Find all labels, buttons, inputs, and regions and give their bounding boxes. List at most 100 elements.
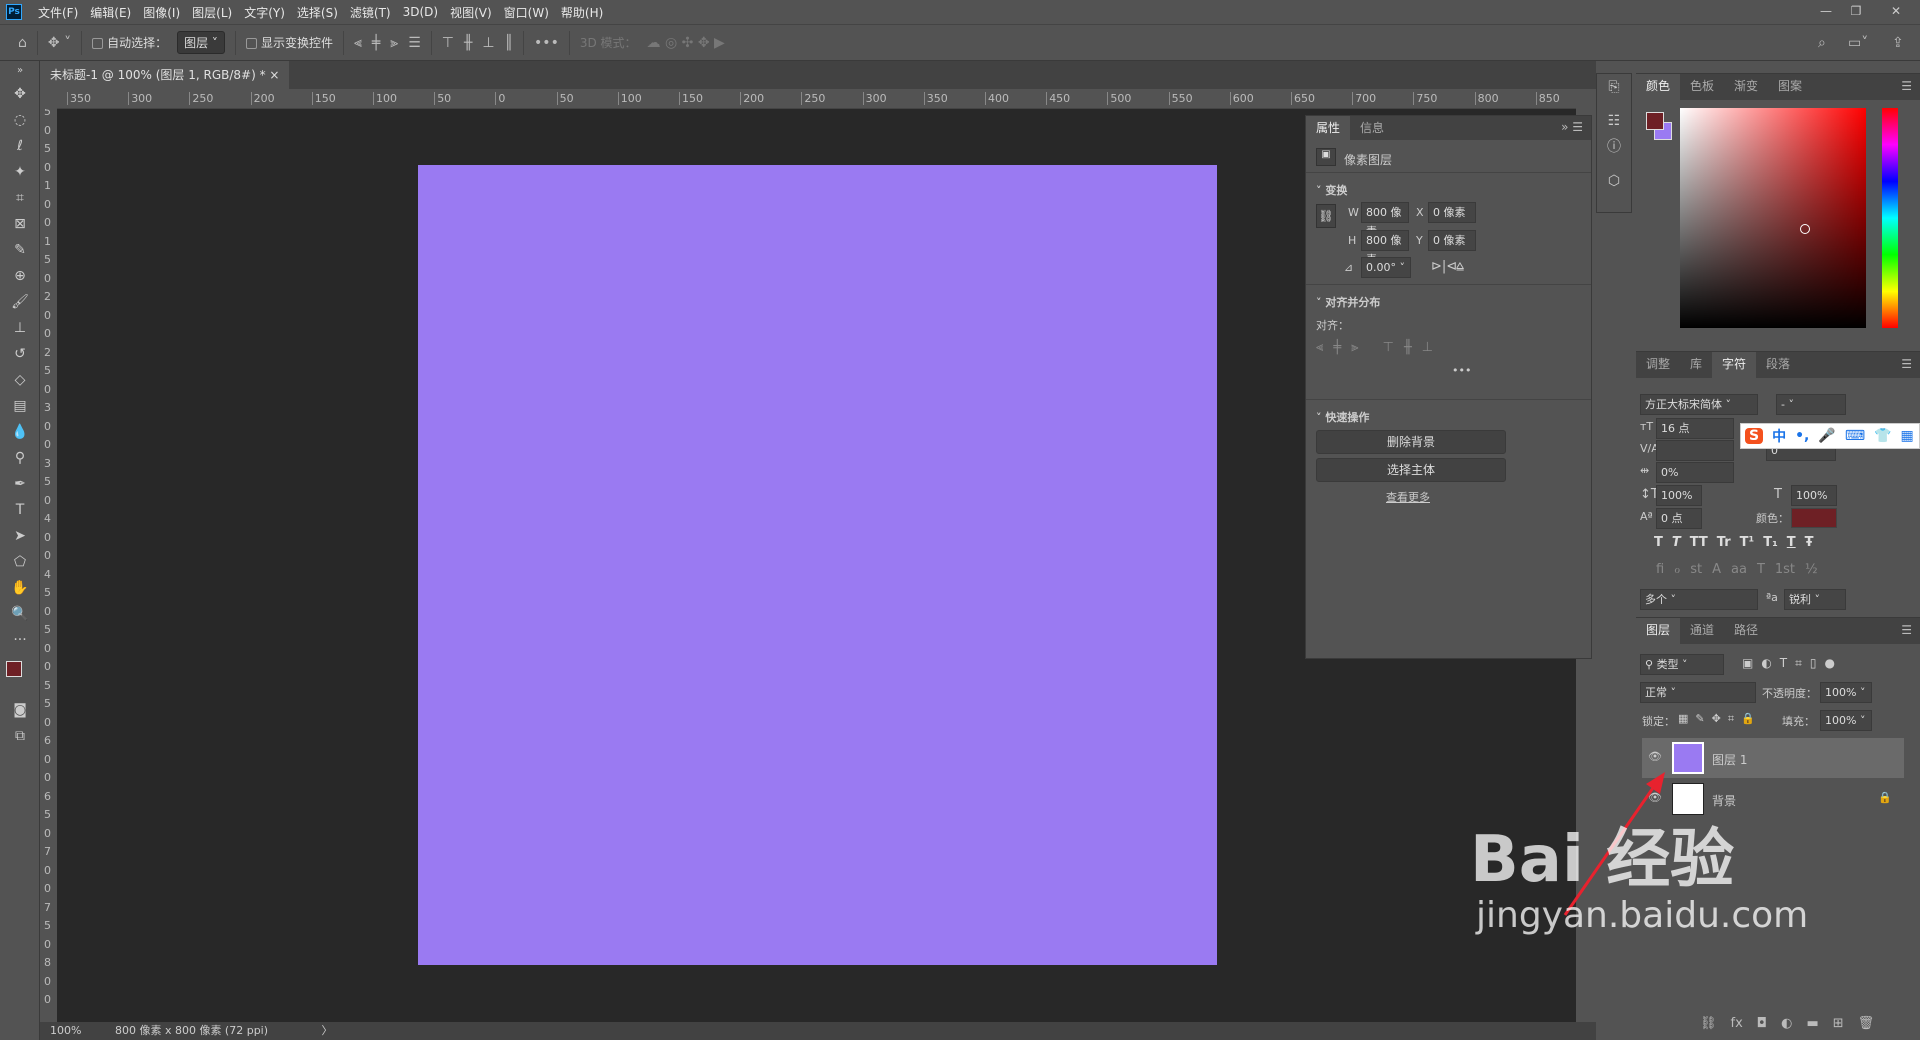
flip-horizontal-icon[interactable]: ⊳|⊲ [1431,259,1457,274]
lasso-tool[interactable]: ℓ [0,133,40,159]
move-tool[interactable]: ✥ [0,81,40,107]
link-icon[interactable]: ⛓ [1316,204,1336,228]
opentype-buttons[interactable]: ﬁ ℴ st Aaa T 1st ½ [1656,562,1818,577]
adjustments-icon[interactable]: ☷ [1597,108,1631,134]
healing-tool[interactable]: ⊕ [0,263,40,289]
tab-character[interactable]: 字符 [1712,352,1757,378]
ime-punctuation-toggle[interactable]: •, [1795,428,1809,444]
type-tool[interactable]: T [0,497,40,523]
auto-select-checkbox[interactable]: 自动选择： [92,34,167,51]
tab-layers[interactable]: 图层 [1636,618,1681,644]
move-tool-icon[interactable]: ✥ ˅ [48,35,71,51]
menu-view[interactable]: 视图(V) [444,4,498,21]
close-window-button[interactable]: ✕ [1878,0,1914,24]
menu-help[interactable]: 帮助(H) [555,4,609,21]
layer-filter-icons[interactable]: ▣◐T⌗▯● [1742,656,1843,671]
menu-file[interactable]: 文件(F) [32,4,84,21]
font-size-field[interactable]: 16 点 [1656,418,1734,439]
align-hcenter-icon[interactable]: ╪ [372,35,380,51]
quick-mask-icon[interactable]: ◙ [0,697,40,723]
toolbox-icon[interactable]: ▦ [1900,428,1913,444]
layer-row-layer-1[interactable]: 👁 图层 1 [1642,738,1904,778]
search-icon[interactable]: ⌕ [1818,35,1826,51]
sogou-logo[interactable]: S [1745,428,1764,444]
path-select-tool[interactable]: ➤ [0,523,40,549]
menu-select[interactable]: 选择(S) [291,4,344,21]
menu-window[interactable]: 窗口(W) [498,4,555,21]
anti-alias-dropdown[interactable]: 锐利 ˅ [1784,589,1846,610]
tsume-field[interactable]: 0% [1656,462,1734,483]
shape-tool[interactable]: ⬠ [0,549,40,575]
superscript-button[interactable]: T¹ [1740,535,1755,550]
crop-tool[interactable]: ⌗ [0,185,40,211]
magic-wand-tool[interactable]: ✦ [0,159,40,185]
height-field[interactable]: 800 像素 [1361,230,1409,266]
tab-info[interactable]: 信息 [1350,116,1394,140]
history-brush-tool[interactable]: ↺ [0,341,40,367]
see-more-link[interactable]: 查看更多 [1386,489,1430,505]
swash-button[interactable]: A [1712,562,1721,577]
3d-orbit-icon[interactable]: ☁ ◎ ✣ ✥ ▶ [647,35,725,51]
menu-edit[interactable]: 编辑(E) [84,4,137,21]
dodge-tool[interactable]: ⚲ [0,445,40,471]
home-icon[interactable]: ⌂ [18,35,27,51]
tab-swatches[interactable]: 色板 [1680,74,1724,100]
link-layers-icon[interactable]: ⛓ [1700,1016,1717,1031]
gradient-tool[interactable]: ▤ [0,393,40,419]
skin-icon[interactable]: 👕 [1874,428,1891,444]
adjustment-layer-icon[interactable]: ◐ [1781,1016,1792,1031]
align-more-button[interactable]: ••• [1452,364,1471,377]
align-right-icon[interactable]: ⫸ [390,35,398,51]
ime-toolbar[interactable]: S 中 •, 🎤 ⌨ 👕 ▦ [1740,423,1920,449]
distribute-v-icon[interactable]: ║ [505,35,513,51]
foreground-color-swatch[interactable] [6,661,22,677]
transform-section-header[interactable]: ˅ 变换 [1316,182,1347,198]
fx-icon[interactable]: fx [1731,1016,1743,1031]
width-field[interactable]: 800 像素 [1361,202,1409,238]
angle-field[interactable]: 0.00° ˅ [1361,257,1411,278]
color-field[interactable] [1680,108,1866,328]
fill-field[interactable]: 100% ˅ [1820,710,1872,731]
type-style-buttons[interactable]: T T TT Tr T¹ T₁ T Ŧ [1654,535,1814,550]
visibility-eye-icon[interactable]: 👁 [1648,750,1662,763]
tab-gradients[interactable]: 渐变 [1724,74,1768,100]
vertical-scale-field[interactable]: 100% [1656,485,1702,506]
hand-tool[interactable]: ✋ [0,575,40,601]
blur-tool[interactable]: 💧 [0,419,40,445]
stamp-tool[interactable]: ⊥ [0,315,40,341]
color-swatches[interactable] [0,653,39,697]
info-icon[interactable]: ⓘ [1597,134,1631,160]
zoom-tool[interactable]: 🔍 [0,601,40,627]
align-buttons[interactable]: ⫷╪⫸ ⊤╫⊥ [1316,340,1443,355]
eraser-tool[interactable]: ◇ [0,367,40,393]
history-icon[interactable]: ⎘ [1597,74,1631,100]
foreground-color-chip[interactable] [1646,112,1664,130]
kerning-field[interactable] [1656,440,1734,461]
menu-type[interactable]: 文字(Y) [238,4,291,21]
3d-cube-icon[interactable]: ⬡ [1597,168,1631,194]
tab-libraries[interactable]: 库 [1680,352,1712,378]
screen-mode-icon[interactable]: ⧉ [0,723,40,749]
collapse-icon[interactable]: » [0,61,40,81]
eyedropper-tool[interactable]: ✎ [0,237,40,263]
faux-italic-button[interactable]: T [1672,535,1681,550]
select-subject-button[interactable]: 选择主体 [1316,458,1506,482]
color-picker-handle[interactable] [1800,224,1810,234]
close-tab-icon[interactable]: × [269,68,279,82]
tab-channels[interactable]: 通道 [1680,618,1724,644]
strikethrough-button[interactable]: Ŧ [1805,535,1814,550]
text-color-swatch[interactable] [1791,508,1837,528]
more-options-button[interactable]: ••• [534,35,559,51]
tab-paragraph[interactable]: 段落 [1756,352,1800,378]
delete-layer-icon[interactable]: 🗑 [1858,1016,1875,1031]
brush-tool[interactable]: 🖌 [0,289,40,315]
ordinals-button[interactable]: 1st [1775,562,1795,577]
menu-layer[interactable]: 图层(L) [186,4,238,21]
zoom-level[interactable]: 100% [50,1024,81,1037]
new-layer-icon[interactable]: ⊞ [1833,1016,1844,1031]
keyboard-icon[interactable]: ⌨ [1845,428,1865,444]
blend-mode-dropdown[interactable]: 正常 ˅ [1640,682,1756,703]
layer-filter-dropdown[interactable]: ⚲ 类型 ˅ [1640,654,1724,675]
align-bottom-icon[interactable]: ⊥ [482,35,494,51]
workspace-icon[interactable]: ▭˅ [1848,35,1868,51]
